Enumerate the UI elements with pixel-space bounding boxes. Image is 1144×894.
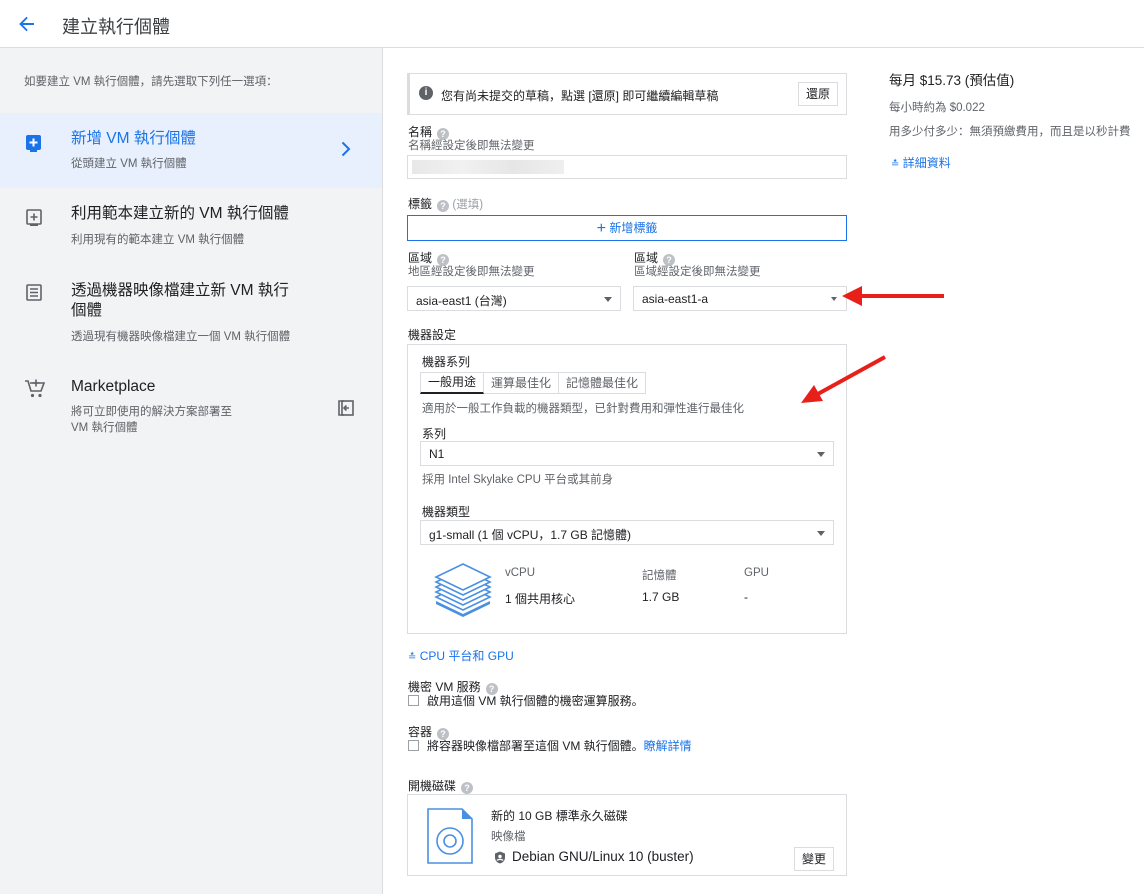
annotation-arrow-zone bbox=[842, 286, 944, 306]
annotation-arrow-machine bbox=[801, 355, 886, 403]
annotation-arrows bbox=[801, 286, 944, 403]
